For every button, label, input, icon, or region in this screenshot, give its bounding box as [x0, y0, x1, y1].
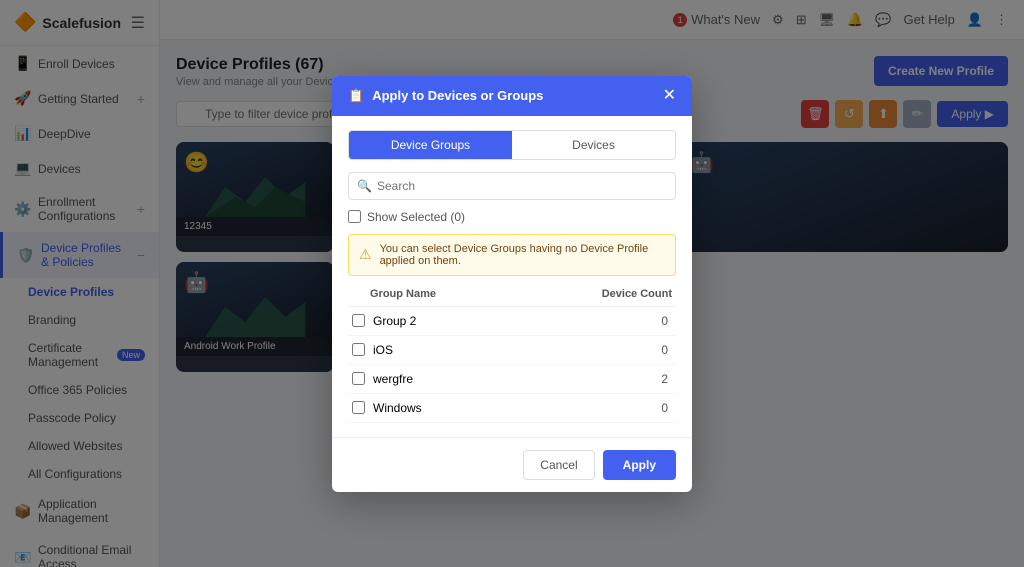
- table-row: Windows 0: [348, 394, 676, 423]
- modal-search-input[interactable]: [348, 172, 676, 200]
- group-row-label[interactable]: iOS: [352, 343, 661, 357]
- apply-modal: 📋 Apply to Devices or Groups ✕ Device Gr…: [332, 76, 692, 492]
- info-message: You can select Device Groups having no D…: [380, 243, 665, 267]
- group-checkbox[interactable]: [352, 401, 365, 414]
- group-row-label[interactable]: Windows: [352, 401, 661, 415]
- group-checkbox[interactable]: [352, 372, 365, 385]
- table-row: iOS 0: [348, 336, 676, 365]
- table-row: Group 2 0: [348, 307, 676, 336]
- modal-search-wrap: 🔍: [348, 172, 676, 200]
- show-selected-row: Show Selected (0): [348, 210, 676, 224]
- show-selected-checkbox[interactable]: [348, 210, 361, 223]
- group-name: iOS: [373, 343, 393, 357]
- modal-search-icon: 🔍: [357, 179, 372, 193]
- group-checkbox[interactable]: [352, 314, 365, 327]
- group-name: Windows: [373, 401, 422, 415]
- group-name: wergfre: [373, 372, 413, 386]
- group-count: 0: [661, 314, 672, 328]
- modal-header: 📋 Apply to Devices or Groups ✕: [332, 76, 692, 116]
- info-icon: ⚠: [359, 246, 372, 263]
- group-count: 2: [661, 372, 672, 386]
- col-device-count: Device Count: [602, 288, 672, 300]
- col-group-name: Group Name: [370, 288, 436, 300]
- modal-apply-button[interactable]: Apply: [603, 450, 676, 480]
- table-row: wergfre 2: [348, 365, 676, 394]
- modal-table: Group 2 0 iOS 0 wergfre 2: [348, 307, 676, 423]
- modal-close-button[interactable]: ✕: [663, 88, 676, 104]
- modal-overlay: 📋 Apply to Devices or Groups ✕ Device Gr…: [0, 0, 1024, 567]
- cancel-button[interactable]: Cancel: [523, 450, 594, 480]
- group-checkbox[interactable]: [352, 343, 365, 356]
- group-row-label[interactable]: Group 2: [352, 314, 661, 328]
- group-name: Group 2: [373, 314, 416, 328]
- group-count: 0: [661, 401, 672, 415]
- modal-footer: Cancel Apply: [332, 437, 692, 492]
- show-selected-label: Show Selected (0): [367, 210, 465, 224]
- group-count: 0: [661, 343, 672, 357]
- modal-tabs: Device Groups Devices: [348, 130, 676, 160]
- modal-title-icon: 📋: [348, 88, 364, 104]
- modal-body: Device Groups Devices 🔍 Show Selected (0…: [332, 116, 692, 437]
- tab-device-groups[interactable]: Device Groups: [349, 131, 512, 159]
- table-header: Group Name Device Count: [348, 288, 676, 307]
- tab-devices[interactable]: Devices: [512, 131, 675, 159]
- modal-title: 📋 Apply to Devices or Groups: [348, 88, 543, 104]
- info-banner: ⚠ You can select Device Groups having no…: [348, 234, 676, 276]
- modal-title-text: Apply to Devices or Groups: [372, 88, 543, 103]
- group-row-label[interactable]: wergfre: [352, 372, 661, 386]
